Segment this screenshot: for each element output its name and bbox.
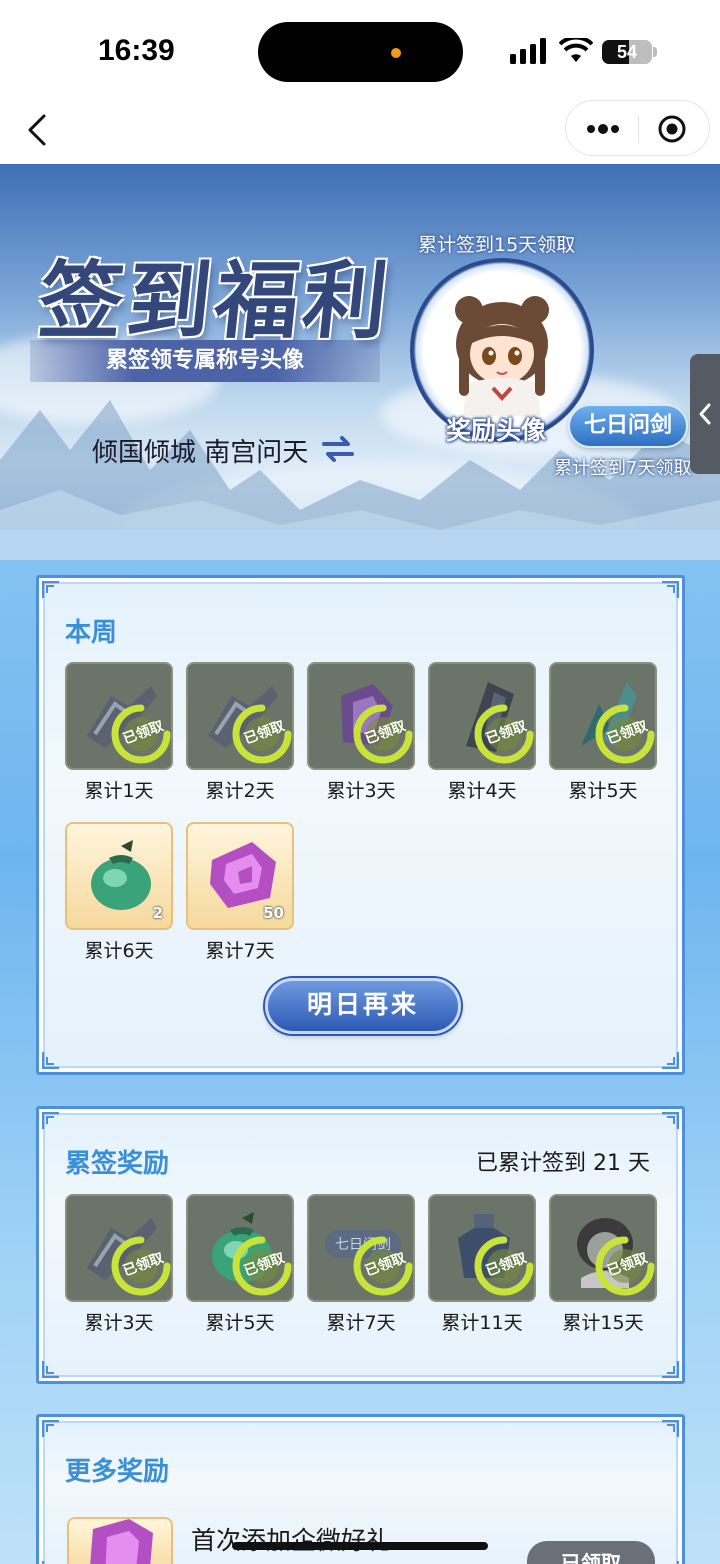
reward-item-label: 累计5天	[205, 1312, 275, 1334]
reward-item-box: 七日问剑 已领取	[307, 1194, 415, 1302]
card-corner-ornament	[42, 1361, 59, 1378]
title-badge-caption: 累计签到7天领取	[554, 458, 692, 479]
card-corner-ornament	[662, 1561, 679, 1564]
card-corner-ornament	[42, 1561, 59, 1564]
reward-item-label: 累计3天	[326, 780, 396, 802]
side-drawer-tab[interactable]	[690, 354, 720, 474]
card-corner-ornament	[662, 1052, 679, 1069]
reward-item-box: 已领取	[307, 662, 415, 770]
reward-item-label: 累计4天	[447, 780, 517, 802]
chevron-left-icon	[699, 403, 711, 425]
reward-item-box: 已领取	[549, 662, 657, 770]
miniapp-capsule	[565, 100, 710, 156]
reward-item-box: 已领取	[65, 1194, 173, 1302]
reward-item-box: 已领取	[186, 1194, 294, 1302]
avatar-reward-caption: 累计签到15天领取	[418, 234, 576, 256]
home-indicator	[232, 1542, 488, 1550]
more-options-icon[interactable]	[586, 117, 620, 141]
reward-item-label: 累计1天	[84, 780, 154, 802]
status-bar: 16:39 54	[0, 0, 720, 96]
card-corner-ornament	[662, 1112, 679, 1129]
card-corner-ornament	[42, 1052, 59, 1069]
chibi-avatar-icon	[455, 296, 549, 416]
sign-in-banner: 签到福利 累签领专属称号头像 倾国倾城 南宫问天 累计签到15天领取 奖励头像 …	[0, 164, 720, 560]
card-corner-ornament	[662, 581, 679, 598]
reward-item-label: 累计3天	[84, 1312, 154, 1334]
title-badge: 七日问剑	[568, 404, 688, 448]
player-name: 倾国倾城 南宫问天	[92, 438, 309, 468]
cumulative-title: 累签奖励	[65, 1149, 170, 1179]
item-count: 50	[263, 904, 284, 922]
reward-item-label: 累计6天	[84, 940, 154, 962]
battery-icon: 54	[602, 40, 652, 64]
back-icon[interactable]	[20, 108, 60, 152]
reward-item-label: 累计15天	[562, 1312, 644, 1334]
weekly-title: 本周	[65, 618, 118, 648]
dynamic-island	[258, 22, 463, 82]
card-corner-ornament	[662, 1361, 679, 1378]
wifi-icon	[559, 38, 593, 62]
reward-item-box: 50	[186, 822, 294, 930]
reward-item-label: 累计11天	[441, 1312, 523, 1334]
nav-bar	[0, 96, 720, 164]
reward-item-box: 已领取	[428, 662, 536, 770]
reward-item-box: 已领取	[549, 1194, 657, 1302]
recording-dot-icon	[391, 48, 401, 58]
avatar-label: 奖励头像	[446, 416, 547, 445]
cumulative-reward-card: 累签奖励 已累计签到 21 天 已领取累计3天 已领取累计5天 七日问剑 已领取累计7…	[36, 1106, 685, 1384]
card-corner-ornament	[42, 1420, 59, 1437]
come-back-tomorrow-button[interactable]: 明日再来	[265, 978, 461, 1034]
banner-subtitle: 累签领专属称号头像	[105, 348, 304, 373]
reward-item-label: 累计2天	[205, 780, 275, 802]
reward-item-thumb	[67, 1517, 173, 1564]
reward-item-box: 已领取	[65, 662, 173, 770]
cellular-signal-icon	[510, 38, 546, 64]
reward-item-label: 累计5天	[568, 780, 638, 802]
green-pouch-icon	[91, 840, 151, 910]
reward-item-title: 首次添加企微好礼	[191, 1526, 392, 1555]
close-miniapp-icon[interactable]	[657, 114, 687, 144]
card-corner-ornament	[42, 581, 59, 598]
more-title: 更多奖励	[65, 1457, 170, 1487]
status-time: 16:39	[98, 34, 175, 67]
reward-item-box: 2	[65, 822, 173, 930]
reward-item-label: 累计7天	[326, 1312, 396, 1334]
reward-item-box: 已领取	[428, 1194, 536, 1302]
battery-percent: 54	[616, 42, 638, 62]
banner-subtitle-bar: 累签领专属称号头像	[30, 340, 380, 382]
swap-icon[interactable]	[322, 434, 354, 464]
reward-item-box: 已领取	[186, 662, 294, 770]
reward-item-label: 累计7天	[205, 940, 275, 962]
card-corner-ornament	[42, 1112, 59, 1129]
weekly-sign-in-card: 本周 已领取累计1天 已领取累计2天 已领取累计3天 已领取累计4天 已领取累计5天 2 累…	[36, 575, 685, 1075]
banner-title: 签到福利	[34, 251, 397, 350]
purple-gem-icon	[90, 1519, 153, 1564]
item-count: 2	[152, 904, 163, 922]
claimed-button[interactable]: 已领取	[527, 1541, 655, 1564]
cumulative-summary: 已累计签到 21 天	[476, 1151, 650, 1176]
card-corner-ornament	[662, 1420, 679, 1437]
